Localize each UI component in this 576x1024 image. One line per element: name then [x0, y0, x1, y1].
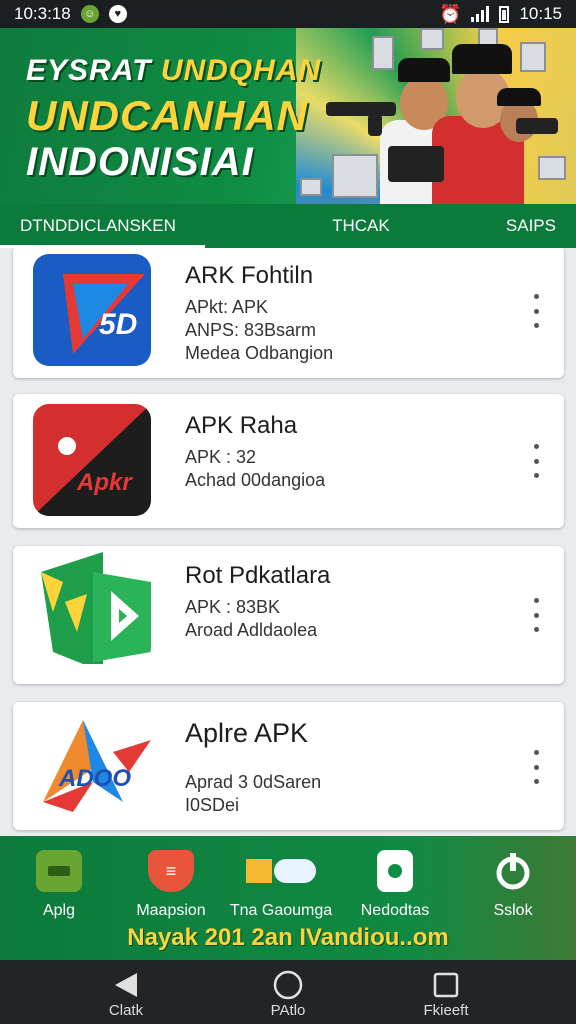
status-clock-right: 10:15 [519, 4, 562, 23]
cloud-icon [246, 850, 316, 892]
nav-recents-label: Fkieeft [423, 1002, 469, 1019]
nav-recents-button[interactable]: Fkieeft [386, 968, 506, 1019]
kid-cap [497, 88, 541, 106]
app-list: 5D ARK Fohtiln APkt: APK ANPS: 83Bsarm M… [0, 248, 576, 836]
status-bar: 10:3:18 ☺ ♥ ⏰ 10:15 [0, 0, 576, 28]
floating-cube-icon [420, 28, 444, 50]
bottom-item-label: Nedodtas [360, 902, 430, 919]
colorful-a-app-icon: ADOO [33, 712, 151, 824]
app-title: Aplre APK [185, 718, 309, 748]
status-time: 10:3:18 [14, 4, 71, 23]
shield-icon: ≡ [148, 850, 194, 892]
back-icon [113, 968, 139, 1002]
toy-gun-icon [326, 102, 396, 116]
floating-cube-icon [520, 42, 546, 72]
alarm-icon: ⏰ [439, 3, 462, 24]
more-options-icon[interactable] [524, 750, 548, 784]
signal-icon [471, 6, 490, 22]
bottom-item-tna-gaoumga[interactable]: Tna Gaoumga [226, 850, 336, 920]
home-icon [272, 968, 304, 1002]
kid-cap [398, 58, 450, 82]
bottom-item-nedodtas[interactable]: Nedodtas [340, 850, 450, 920]
app-card[interactable]: 5D ARK Fohtiln APkt: APK ANPS: 83Bsarm M… [13, 248, 564, 378]
bottom-item-label: Aplg [42, 902, 76, 919]
kid-cap [452, 44, 512, 74]
app-card[interactable]: ADOO Aplre APK Aprad 3 0dSaren I0SDei [13, 702, 564, 830]
bottom-app-bar: Aplg ≡ Maapsion Tna Gaoumga Nedodtas Ssl… [0, 836, 576, 960]
banner-title-line1: EYSRAT UNDQHAN [26, 54, 322, 87]
app-card[interactable]: Rot Pdkatlara APK : 83BK Aroad Adldaolea [13, 546, 564, 684]
toy-gun-icon [388, 146, 444, 182]
tab-download[interactable]: DTNDDICLANSKEN [20, 216, 176, 236]
bottom-item-label: Sslok [493, 902, 533, 919]
app-meta-line: ANPS: 83Bsarm [185, 320, 317, 340]
toy-gun-icon [516, 118, 558, 134]
more-options-icon[interactable] [524, 294, 548, 328]
power-icon [490, 850, 536, 892]
tab-thcak[interactable]: THCAK [332, 216, 390, 236]
recents-icon [432, 968, 460, 1002]
svg-text:5D: 5D [99, 308, 137, 341]
nav-back-button[interactable]: Clatk [66, 968, 186, 1019]
folder-icon [36, 850, 82, 892]
floating-cube-icon [538, 156, 566, 180]
more-options-icon[interactable] [524, 444, 548, 478]
camera-icon [377, 850, 413, 892]
svg-text:ADOO: ADOO [58, 765, 131, 792]
app-meta-line: Aroad Adldaolea [185, 620, 318, 640]
app-meta-line: APK : 32 [185, 447, 257, 467]
app-card-text: Aplre APK Aprad 3 0dSaren I0SDei [185, 718, 321, 817]
status-left: 10:3:18 ☺ ♥ [14, 4, 127, 24]
more-options-icon[interactable] [524, 598, 548, 632]
tab-bar: DTNDDICLANSKEN THCAK SAIPS [0, 204, 576, 248]
bottom-promo-text: Nayak 201 2an IVandiou..om [127, 924, 449, 951]
app-card-text: ARK Fohtiln APkt: APK ANPS: 83Bsarm Mede… [185, 262, 333, 365]
app-meta-line: Aprad 3 0dSaren [185, 772, 322, 792]
app-card[interactable]: Apkr APK Raha APK : 32 Achad 00dangioa [13, 394, 564, 528]
app-meta-line: APkt: APK [185, 297, 269, 317]
bottom-item-label: Tna Gaoumga [229, 902, 333, 919]
bottom-item-label: Maapsion [136, 902, 206, 919]
tab-saips[interactable]: SAIPS [506, 216, 556, 236]
blue-arrow-app-icon: 5D [33, 254, 151, 366]
app-meta-line: Achad 00dangioa [185, 470, 326, 490]
app-meta-line: Medea Odbangion [185, 343, 334, 363]
app-card-text: Rot Pdkatlara APK : 83BK Aroad Adldaolea [185, 562, 330, 642]
app-title: Rot Pdkatlara [185, 562, 331, 589]
bottom-item-aplg[interactable]: Aplg [4, 850, 114, 920]
bottom-item-maapsion[interactable]: ≡ Maapsion [116, 850, 226, 920]
system-nav-bar: Clatk PAtlo Fkieeft [0, 960, 576, 1024]
nav-home-button[interactable]: PAtlo [228, 968, 348, 1019]
nav-home-label: PAtlo [270, 1002, 306, 1019]
battery-icon [499, 5, 510, 23]
header-banner: EYSRAT UNDQHAN UNDCANHAN INDONISIAI [0, 28, 576, 204]
chat-icon: ♥ [108, 5, 127, 23]
floating-cube-icon [300, 178, 322, 196]
bottom-item-sslok[interactable]: Sslok [458, 850, 568, 920]
banner-title-line2: UNDCANHAN [26, 92, 308, 139]
red-black-app-icon: Apkr [33, 404, 151, 516]
app-title: ARK Fohtiln [185, 262, 314, 289]
nav-back-label: Clatk [108, 1002, 144, 1019]
svg-text:Apkr: Apkr [76, 469, 133, 496]
floating-cube-icon [372, 36, 394, 70]
status-right: ⏰ 10:15 [439, 4, 562, 25]
green-play-app-icon [33, 552, 151, 664]
app-meta-line: APK : 83BK [185, 597, 281, 617]
toy-gun-grip [368, 114, 382, 136]
banner-title-line3: INDONISIAI [26, 140, 254, 184]
floating-cube-icon [332, 154, 378, 198]
notification-icon: ☺ [80, 5, 99, 23]
app-title: APK Raha [185, 412, 298, 439]
app-card-text: APK Raha APK : 32 Achad 00dangioa [185, 412, 325, 492]
app-meta-line: I0SDei [185, 795, 240, 815]
